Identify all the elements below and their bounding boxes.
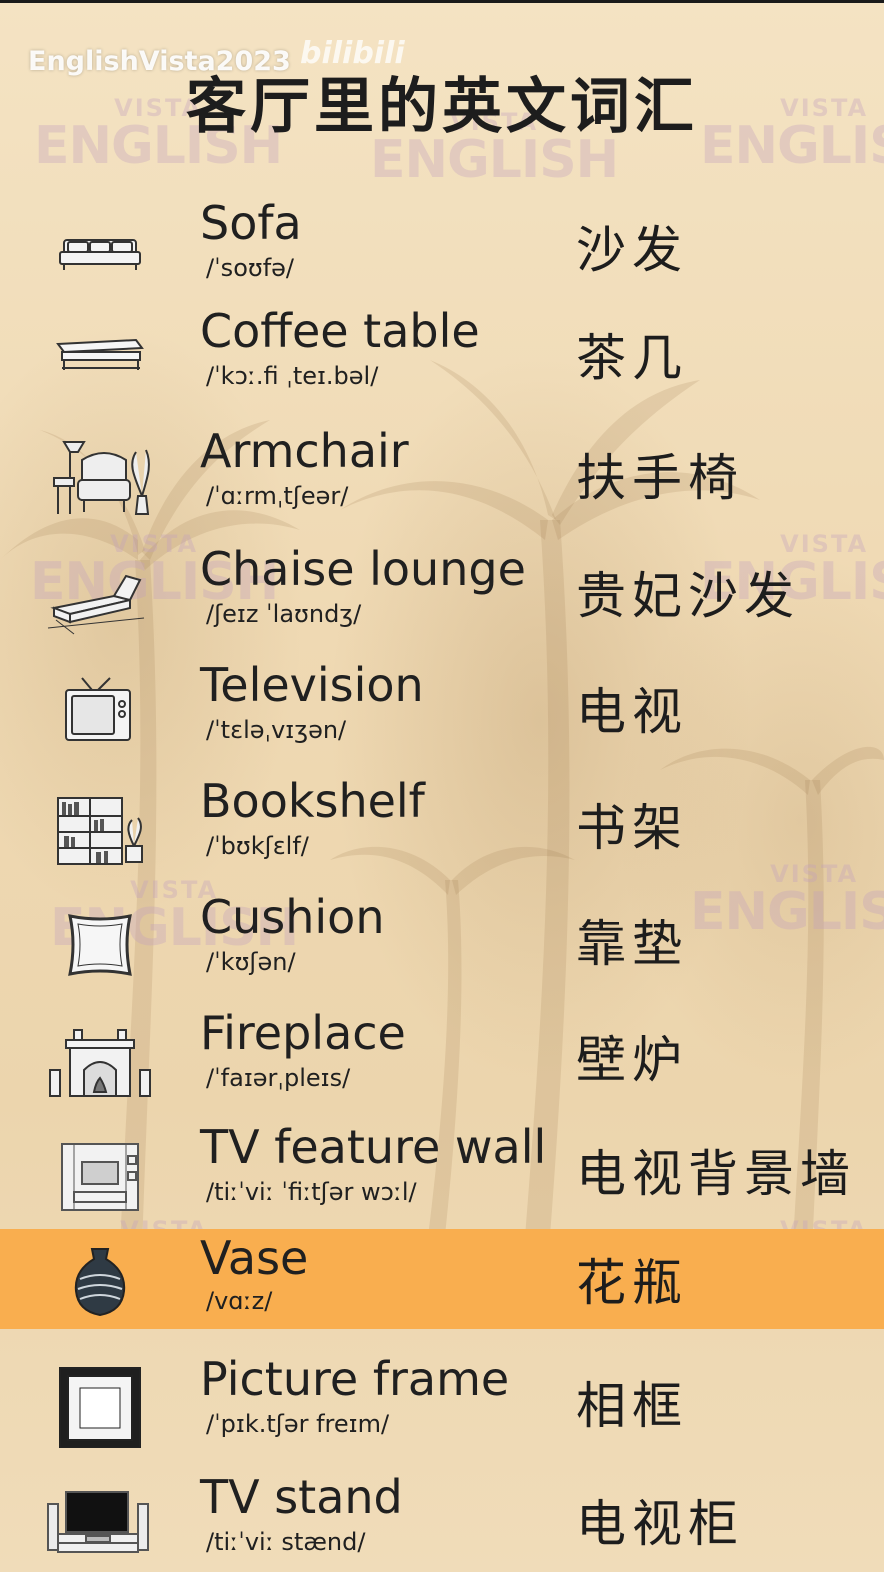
sofa-icon bbox=[59, 239, 141, 270]
vocab-row-vase: Vase /vɑːz/ 花瓶 bbox=[0, 1229, 884, 1329]
vocab-word: Fireplace bbox=[200, 1006, 406, 1060]
vocab-translation: 相框 bbox=[576, 1377, 688, 1435]
picture-frame-icon bbox=[59, 1367, 141, 1448]
vocab-row-tv-feature-wall: TV feature wall /tiːˈviː ˈfiːtʃər wɔːl/ … bbox=[0, 1114, 884, 1228]
vocab-word: Sofa bbox=[200, 196, 302, 250]
vocab-row-bookshelf: Bookshelf /ˈbʊkʃɛlf/ 书架 bbox=[0, 768, 884, 882]
vocab-word: Cushion bbox=[200, 890, 385, 944]
vocab-row-picture-frame: Picture frame /ˈpɪk.tʃər freɪm/ 相框 bbox=[0, 1346, 884, 1460]
vocab-translation: 花瓶 bbox=[576, 1254, 688, 1312]
cushion-icon bbox=[68, 914, 132, 976]
vocabulary-card: VISTA ENGLISH VISTA ENGLISH VISTA ENGLIS… bbox=[0, 0, 884, 1572]
vocab-ipa: /tiːˈviː ˈfiːtʃər wɔːl/ bbox=[206, 1178, 417, 1206]
television-icon bbox=[65, 677, 131, 741]
vocab-ipa: /ˈfaɪərˌpleɪs/ bbox=[206, 1064, 351, 1092]
chaise-lounge-icon bbox=[47, 574, 145, 635]
vocab-translation: 扶手椅 bbox=[576, 449, 744, 507]
vocab-row-cushion: Cushion /ˈkʊʃən/ 靠垫 bbox=[0, 884, 884, 998]
vocab-ipa: /ˈkɔː.fi ˌteɪ.bəl/ bbox=[206, 362, 379, 390]
tv-stand-icon bbox=[47, 1491, 149, 1553]
vocab-row-fireplace: Fireplace /ˈfaɪərˌpleɪs/ 壁炉 bbox=[0, 1000, 884, 1114]
armchair-icon bbox=[53, 441, 150, 515]
vocab-translation: 茶几 bbox=[576, 329, 688, 387]
tv-feature-wall-icon bbox=[61, 1143, 139, 1211]
vocab-translation: 沙发 bbox=[576, 221, 688, 279]
vocab-ipa: /ˈtɛləˌvɪʒən/ bbox=[206, 716, 347, 744]
vocab-word: Television bbox=[200, 658, 424, 712]
page-title: 客厅里的英文词汇 bbox=[186, 72, 698, 142]
fireplace-icon bbox=[49, 1029, 151, 1097]
vocab-word: Bookshelf bbox=[200, 774, 425, 828]
top-border bbox=[0, 0, 884, 3]
vase-icon bbox=[74, 1248, 126, 1317]
vocab-row-armchair: Armchair /ˈɑːrmˌtʃeər/ 扶手椅 bbox=[0, 418, 884, 532]
vocab-word: TV feature wall bbox=[200, 1120, 547, 1174]
vocab-word: Armchair bbox=[200, 424, 409, 478]
vocab-translation: 书架 bbox=[576, 799, 688, 857]
vocab-word: Picture frame bbox=[200, 1352, 510, 1406]
vocab-row-tv-stand: TV stand /tiːˈviː stænd/ 电视柜 bbox=[0, 1464, 884, 1572]
vocab-translation: 贵妃沙发 bbox=[576, 567, 800, 625]
vocab-translation: 靠垫 bbox=[576, 915, 688, 973]
vocab-word: Chaise lounge bbox=[200, 542, 526, 596]
vocab-translation: 壁炉 bbox=[576, 1031, 688, 1089]
vocab-ipa: /ˈpɪk.tʃər freɪm/ bbox=[206, 1410, 390, 1438]
vocab-ipa: /ˈkʊʃən/ bbox=[206, 948, 296, 976]
coffee-table-icon bbox=[56, 338, 144, 370]
vocab-word: TV stand bbox=[200, 1470, 403, 1524]
vocab-word: Coffee table bbox=[200, 304, 480, 358]
vocab-ipa: /vɑːz/ bbox=[206, 1287, 273, 1315]
vocab-word: Vase bbox=[200, 1231, 309, 1285]
vocab-ipa: /ʃeɪz ˈlaʊndʒ/ bbox=[206, 600, 362, 628]
vocab-ipa: /ˈsoʊfə/ bbox=[206, 254, 294, 282]
vocab-translation: 电视 bbox=[576, 683, 688, 741]
vocab-ipa: /ˈɑːrmˌtʃeər/ bbox=[206, 482, 349, 510]
vocab-ipa: /ˈbʊkʃɛlf/ bbox=[206, 832, 309, 860]
bookshelf-icon bbox=[57, 797, 143, 865]
vocab-row-television: Television /ˈtɛləˌvɪʒən/ 电视 bbox=[0, 652, 884, 766]
vocab-row-sofa: Sofa /ˈsoʊfə/ 沙发 bbox=[0, 190, 884, 304]
vocab-row-coffee-table: Coffee table /ˈkɔː.fi ˌteɪ.bəl/ 茶几 bbox=[0, 298, 884, 412]
vocab-translation: 电视柜 bbox=[576, 1495, 744, 1553]
vocab-translation: 电视背景墙 bbox=[576, 1145, 856, 1203]
vocab-row-chaise-lounge: Chaise lounge /ʃeɪz ˈlaʊndʒ/ 贵妃沙发 bbox=[0, 536, 884, 650]
vocab-ipa: /tiːˈviː stænd/ bbox=[206, 1528, 366, 1556]
